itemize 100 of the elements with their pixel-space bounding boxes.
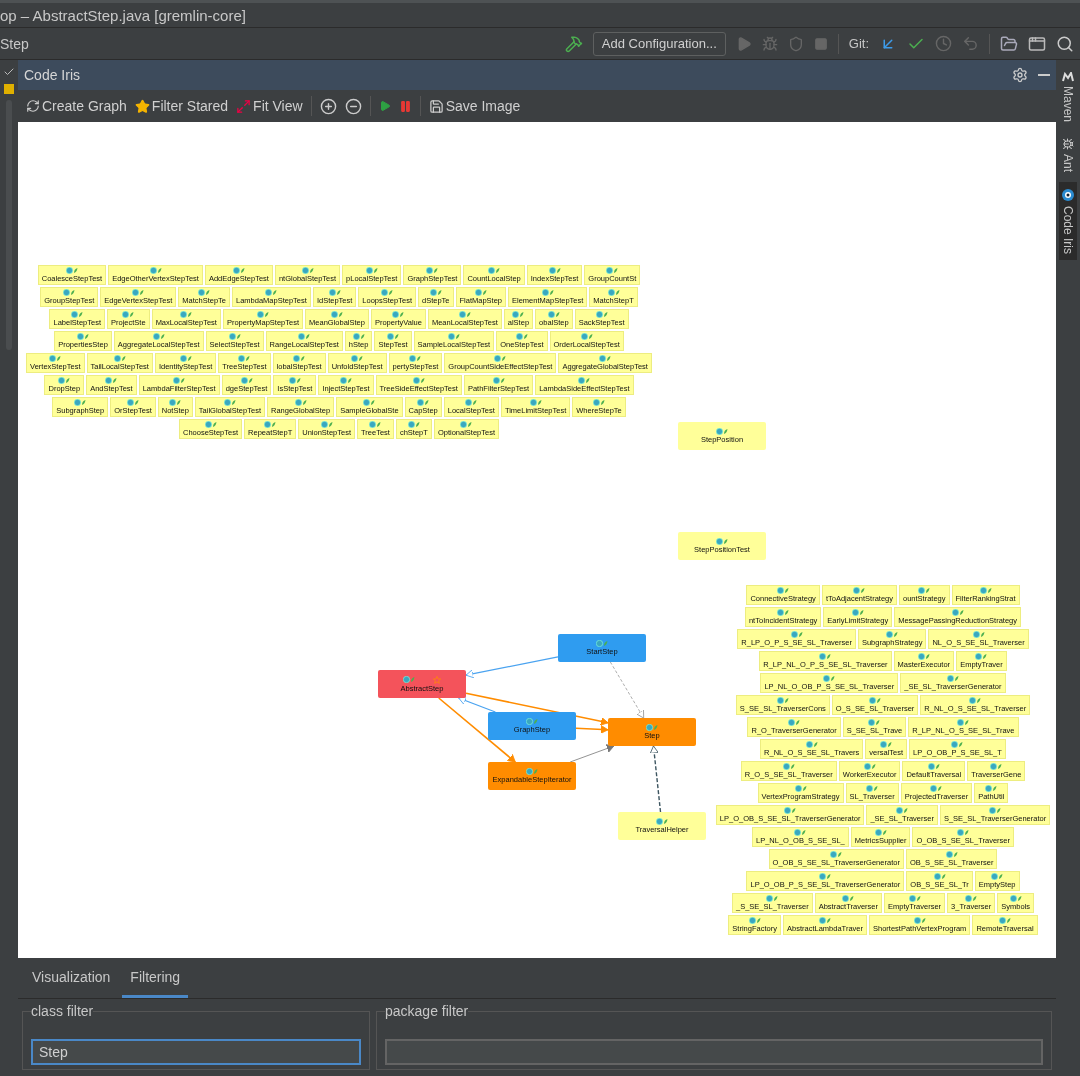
class-icon [113,355,126,362]
class-icon [913,916,926,924]
settings-icon [1012,67,1028,83]
class-icon [748,916,761,924]
bug-icon [761,35,778,52]
class-icon [298,333,311,340]
side-tab[interactable]: Ant [1059,132,1077,179]
class-icon [412,377,425,384]
class-icon [352,333,365,340]
project-structure-button[interactable] [1000,34,1018,53]
class-icon [607,289,620,296]
stop-button[interactable] [813,36,828,51]
class-icon [945,850,958,858]
class-icon [132,289,145,296]
side-tab[interactable]: Code Iris [1059,182,1077,261]
class-icon [407,421,420,428]
class-icon [541,289,554,296]
breadcrumb[interactable]: Step [0,35,29,52]
class-icon [339,377,352,384]
filter-stared-button[interactable]: Filter Stared [134,98,229,114]
class-icon [918,586,931,594]
class-icon [228,333,241,340]
debug-button[interactable] [761,35,778,52]
class-icon [232,267,245,274]
shield-icon [787,35,804,52]
class-icon [152,333,165,340]
panel-title: Code Iris [24,67,82,83]
zoom-out-icon [344,97,362,115]
class-icon [853,586,866,594]
warning-marker [4,84,14,94]
class-icon [240,377,253,384]
class-icon [794,828,807,836]
class-icon [429,289,442,296]
class-icon [957,718,970,726]
play-button[interactable] [378,100,391,112]
class-icon [595,311,608,318]
tab[interactable]: Visualization [24,958,119,998]
class-icon [526,768,538,775]
check-icon [3,66,15,78]
settings-button[interactable] [1012,67,1028,83]
class-icon [776,696,789,704]
side-tab[interactable]: Maven [1059,66,1077,129]
filter-field[interactable]: Step [31,1039,361,1065]
play-icon [378,100,391,112]
fit-view-button[interactable]: Fit View [236,98,303,114]
class-icon [58,377,71,384]
class-icon [790,630,803,638]
folder-icon [1000,34,1018,53]
class-icon [818,916,831,924]
class-icon [328,289,341,296]
pause-button[interactable] [398,99,412,113]
bug-icon [1062,138,1074,151]
class-icon [972,630,985,638]
class-icon [494,355,507,362]
class-icon [426,267,439,274]
clock-icon [935,35,952,52]
save-image-button[interactable]: Save Image [428,98,521,114]
fit-view-icon [236,98,252,114]
class-icon [965,894,978,902]
class-icon [969,696,982,704]
iris-icon [1061,188,1075,203]
class-icon [794,784,807,792]
class-icon [365,267,378,274]
class-icon [331,311,343,318]
class-icon [49,355,62,362]
class-icon [863,762,876,770]
filter-field[interactable] [385,1039,1043,1065]
stop-icon [813,36,828,51]
class-icon [716,538,728,545]
filter-label: package filter [385,1003,469,1019]
class-icon [819,872,832,880]
coverage-button[interactable] [787,35,804,52]
run-configuration-button[interactable]: Add Configuration... [592,31,726,56]
class-icon [823,674,836,682]
graph-canvas[interactable] [18,122,1056,958]
class-icon [369,421,382,428]
class-icon [204,421,217,428]
rollback-button[interactable] [962,35,979,52]
tab[interactable]: Filtering [122,958,189,998]
class-icon [580,333,593,340]
class-icon [180,311,193,318]
search-button[interactable] [1056,34,1074,53]
class-icon [492,377,505,384]
create-graph-button[interactable]: Create Graph [26,98,127,114]
class-icon [293,355,306,362]
class-icon [784,806,797,814]
class-icon [488,267,501,274]
history-button[interactable] [935,35,952,52]
class-icon [1009,894,1022,902]
class-icon [294,399,307,406]
class-icon [578,377,591,384]
class-icon [149,267,162,274]
zoom-out-button[interactable] [344,97,362,115]
class-icon [126,399,139,406]
window-title: op – AbstractStep.java [gremlin-core] [0,6,246,24]
zoom-in-button[interactable] [319,97,337,115]
class-icon [975,652,988,660]
window-button[interactable] [1028,34,1046,53]
build-button[interactable] [564,34,583,53]
class-icon [999,916,1011,924]
